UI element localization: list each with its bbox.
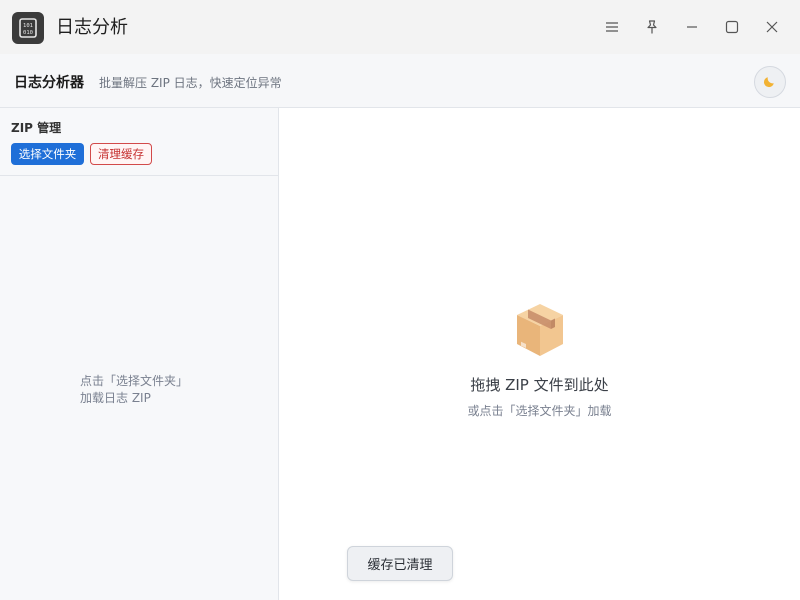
window-title: 日志分析 bbox=[56, 17, 128, 38]
pin-icon[interactable] bbox=[640, 15, 664, 39]
empty-hint-line-2: 加载日志 ZIP bbox=[80, 391, 151, 405]
app-name: 日志分析器 bbox=[14, 75, 84, 91]
select-folder-button[interactable]: 选择文件夹 bbox=[11, 143, 84, 165]
title-bar: 101 010 日志分析 bbox=[0, 0, 800, 54]
minimize-icon[interactable] bbox=[680, 15, 704, 39]
app-subtitle: 批量解压 ZIP 日志，快速定位异常 bbox=[99, 76, 282, 90]
clear-cache-button[interactable]: 清理缓存 bbox=[90, 143, 152, 165]
close-icon[interactable] bbox=[760, 15, 784, 39]
sidebar-empty-state: 点击「选择文件夹」 加载日志 ZIP bbox=[80, 373, 188, 407]
package-icon bbox=[513, 302, 567, 358]
svg-text:010: 010 bbox=[23, 30, 33, 36]
zip-management-panel: ZIP 管理 选择文件夹 清理缓存 bbox=[0, 108, 278, 176]
toast-notification: 缓存已清理 bbox=[347, 546, 453, 581]
app-header: 日志分析器 批量解压 ZIP 日志，快速定位异常 bbox=[0, 54, 800, 108]
moon-icon bbox=[763, 73, 777, 92]
maximize-icon[interactable] bbox=[720, 15, 744, 39]
sidebar: ZIP 管理 选择文件夹 清理缓存 点击「选择文件夹」 加载日志 ZIP bbox=[0, 108, 279, 600]
binary-file-icon: 101 010 bbox=[12, 12, 44, 44]
empty-hint-line-1: 点击「选择文件夹」 bbox=[80, 374, 189, 388]
drop-subtitle: 或点击「选择文件夹」加载 bbox=[467, 404, 612, 418]
theme-toggle-button[interactable] bbox=[754, 66, 786, 98]
section-label: ZIP 管理 bbox=[11, 121, 62, 135]
svg-text:101: 101 bbox=[23, 23, 33, 29]
menu-icon[interactable] bbox=[600, 15, 624, 39]
drop-zone[interactable]: 拖拽 ZIP 文件到此处 或点击「选择文件夹」加载 bbox=[279, 108, 800, 600]
drop-title: 拖拽 ZIP 文件到此处 bbox=[470, 376, 609, 394]
